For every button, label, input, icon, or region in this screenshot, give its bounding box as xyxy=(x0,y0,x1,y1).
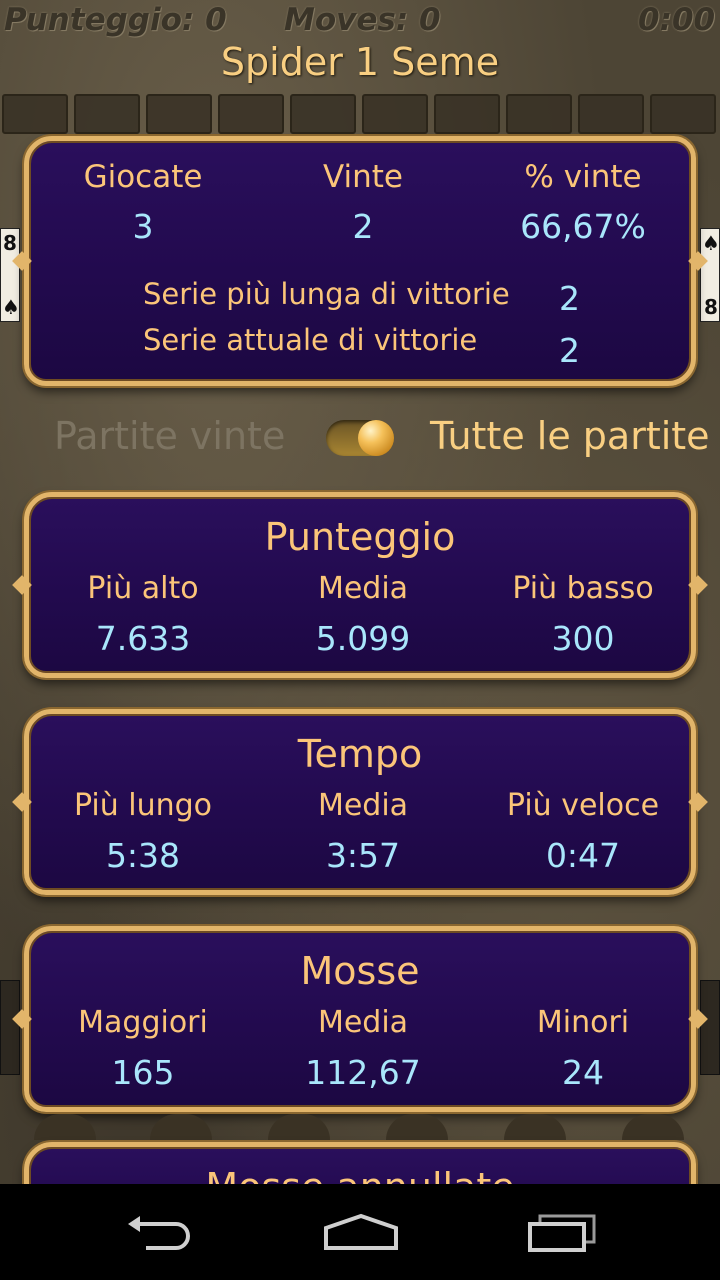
moves-max-label: Maggiori xyxy=(78,1005,208,1040)
card-slot xyxy=(434,94,500,134)
card-slot xyxy=(650,94,716,134)
card-slot xyxy=(362,94,428,134)
score-readout: Punteggio: 0 xyxy=(4,2,227,38)
card-slot xyxy=(2,94,68,134)
home-icon xyxy=(324,1213,398,1250)
score-low-value: 300 xyxy=(551,619,615,658)
score-title: Punteggio xyxy=(264,515,456,559)
time-panel: Tempo Più lungo 5:38 Media 3:57 Più velo… xyxy=(24,709,696,895)
recents-button[interactable] xyxy=(526,1212,598,1256)
stats-icon xyxy=(504,1114,566,1140)
time-avg-value: 3:57 xyxy=(325,836,401,875)
win-pct-label: % vinte xyxy=(524,159,642,195)
time-avg-label: Media xyxy=(317,788,409,823)
back-button[interactable] xyxy=(124,1212,196,1256)
spade-icon: ♠ xyxy=(2,295,20,319)
moves-avg-label: Media xyxy=(317,1005,409,1040)
time-readout: 0:00 xyxy=(638,2,716,38)
back-icon xyxy=(128,1216,190,1250)
time-fast-value: 0:47 xyxy=(545,836,621,875)
page-title: Spider 1 Seme xyxy=(220,40,500,84)
moves-panel: Mosse Maggiori 165 Media 112,67 Minori 2… xyxy=(24,926,696,1112)
redo-icon xyxy=(150,1114,212,1140)
moves-min-value: 24 xyxy=(562,1053,604,1092)
longest-streak-value: 2 xyxy=(559,279,580,318)
system-nav-bar xyxy=(0,1184,720,1280)
won-value: 2 xyxy=(352,207,374,246)
played-value: 3 xyxy=(132,207,154,246)
card-rank: 8 xyxy=(3,231,17,255)
time-long-value: 5:38 xyxy=(105,836,181,875)
current-streak-label: Serie attuale di vittorie xyxy=(143,323,478,357)
win-pct-value: 66,67% xyxy=(520,207,646,246)
moves-title: Mosse xyxy=(300,949,420,993)
hint-icon xyxy=(386,1114,448,1140)
card-slot xyxy=(290,94,356,134)
won-games-option[interactable]: Partite vinte xyxy=(54,414,285,458)
card-slot xyxy=(146,94,212,134)
moves-min-label: Minori xyxy=(536,1005,630,1040)
card-slot xyxy=(578,94,644,134)
card-rank: 8 xyxy=(704,295,718,319)
won-label: Vinte xyxy=(322,159,403,195)
moves-readout: Moves: 0 xyxy=(284,2,441,38)
time-title: Tempo xyxy=(297,732,423,776)
home-button[interactable] xyxy=(322,1212,400,1256)
moves-avg-value: 112,67 xyxy=(305,1053,421,1092)
spade-icon: ♠ xyxy=(702,231,720,255)
all-games-option[interactable]: Tutte le partite xyxy=(430,414,710,458)
cards-icon xyxy=(268,1114,330,1140)
undo-icon xyxy=(34,1114,96,1140)
card-slot xyxy=(74,94,140,134)
current-streak-value: 2 xyxy=(559,331,580,370)
score-avg-value: 5.099 xyxy=(315,619,411,658)
longest-streak-label: Serie più lunga di vittorie xyxy=(143,277,510,311)
time-long-label: Più lungo xyxy=(73,788,213,823)
card-slot xyxy=(506,94,572,134)
played-label: Giocate xyxy=(83,159,203,195)
toggle-knob xyxy=(358,420,394,456)
card-back-left xyxy=(0,980,20,1075)
filter-toggle[interactable] xyxy=(326,420,394,456)
game-status-bar: Punteggio: 0 Moves: 0 0:00 xyxy=(0,0,720,44)
card-slot xyxy=(218,94,284,134)
time-fast-label: Più veloce xyxy=(506,788,660,823)
card-left: 8 ♠ xyxy=(0,228,20,322)
score-high-label: Più alto xyxy=(87,571,199,606)
card-right: ♠ 8 xyxy=(700,228,720,322)
score-high-value: 7.633 xyxy=(95,619,191,658)
toolbar-icons xyxy=(0,1112,720,1142)
moves-max-value: 165 xyxy=(111,1053,175,1092)
score-low-label: Più basso xyxy=(512,571,654,606)
recents-icon xyxy=(528,1214,596,1252)
summary-panel: Giocate 3 Vinte 2 % vinte 66,67% Serie p… xyxy=(24,136,696,386)
score-panel: Punteggio Più alto 7.633 Media 5.099 Più… xyxy=(24,492,696,678)
settings-icon xyxy=(622,1114,684,1140)
card-back-right xyxy=(700,980,720,1075)
score-avg-label: Media xyxy=(317,571,409,606)
